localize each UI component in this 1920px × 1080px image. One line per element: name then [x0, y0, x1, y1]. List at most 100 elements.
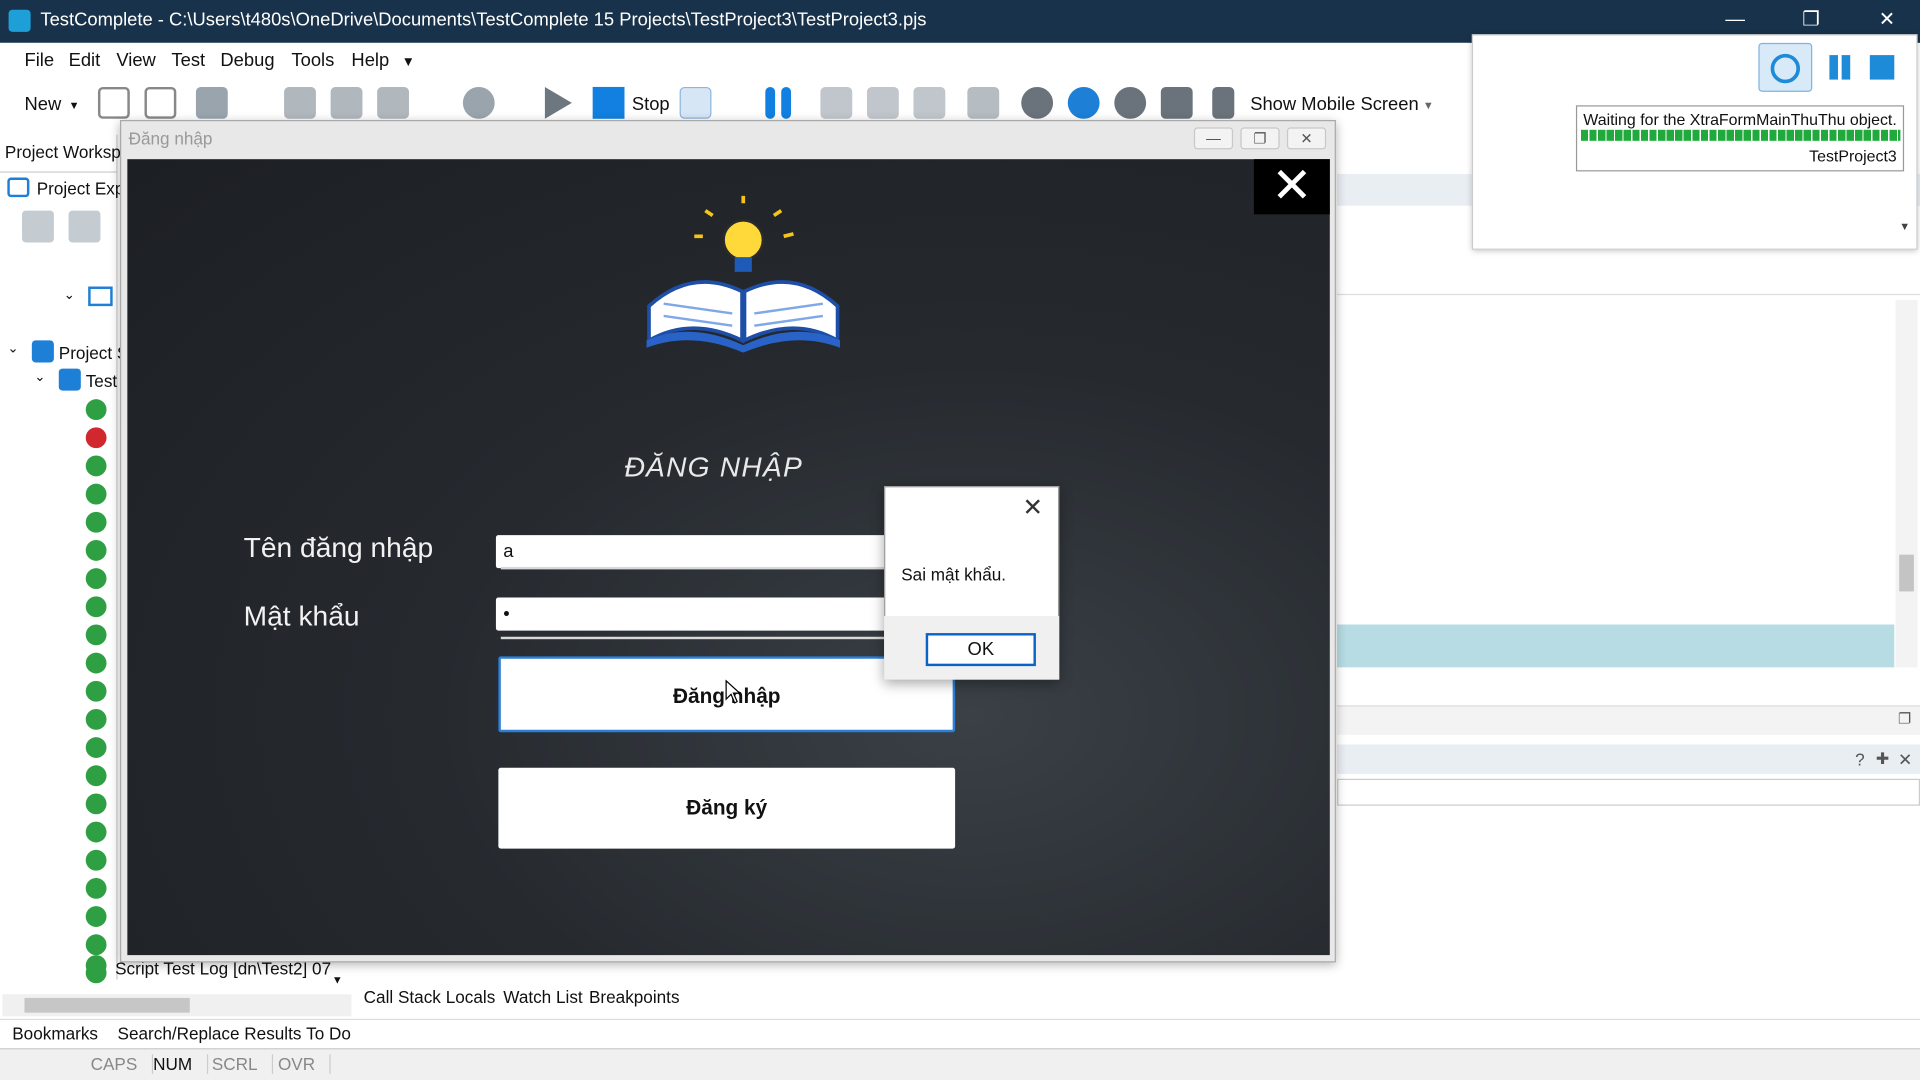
bug-icon[interactable] [1021, 86, 1054, 119]
show-mobile-screen-button[interactable]: Show Mobile Screen [1250, 94, 1418, 115]
tree-log-item[interactable] [85, 934, 118, 958]
tree-log-item[interactable] [85, 877, 118, 902]
menu-debug[interactable]: Debug [220, 50, 274, 71]
pin-icon[interactable]: ✚ [1876, 749, 1889, 769]
tree-log-item[interactable] [85, 596, 118, 620]
stop-label[interactable]: Stop [632, 94, 670, 115]
tab-to-do[interactable]: To Do [306, 1024, 351, 1044]
form-close-icon[interactable]: ✕ [1253, 159, 1330, 215]
mobile-dropdown-icon[interactable]: ▼ [1423, 99, 1434, 111]
tree-log-item[interactable] [85, 906, 118, 930]
step-into-icon[interactable] [866, 86, 899, 119]
menu-edit[interactable]: Edit [69, 50, 101, 71]
tab-search-replace-results[interactable]: Search/Replace Results [118, 1024, 302, 1044]
tree-log-item[interactable] [85, 624, 118, 648]
tree-log-item[interactable] [85, 399, 118, 423]
minimize-button[interactable]: — [1707, 5, 1763, 37]
passed-icon [85, 511, 107, 533]
tree-node-test[interactable]: Test [86, 371, 117, 391]
ok-button[interactable]: OK [925, 633, 1036, 667]
login-close-button[interactable]: ✕ [1286, 127, 1327, 150]
tab-watch-list[interactable]: Watch List [503, 987, 582, 1007]
restore-panel-icon[interactable]: ❐ [1898, 710, 1911, 727]
pause-bar-right-icon[interactable] [781, 86, 792, 119]
panel-input-row[interactable] [1337, 778, 1920, 806]
help-icon[interactable]: ? [1855, 749, 1865, 769]
tab-call-stack[interactable]: Call Stack [364, 987, 441, 1007]
message-box-close-icon[interactable]: ✕ [1022, 492, 1043, 523]
close-panel-icon[interactable]: ✕ [1898, 749, 1912, 770]
tree-log-item[interactable] [85, 708, 118, 733]
mobile-icon[interactable] [1212, 86, 1235, 119]
tab-project-explorer[interactable]: Project Exp [37, 179, 125, 199]
restore-button[interactable]: ❐ [1783, 5, 1839, 37]
collapse-chevron-icon[interactable]: ⌄ [64, 287, 75, 303]
tree-log-item[interactable] [85, 680, 118, 705]
tree-node-project-suite[interactable]: Project S [59, 343, 129, 363]
web-add-icon[interactable] [330, 86, 363, 119]
project-explorer-icon [7, 177, 30, 198]
tab-locals[interactable]: Locals [446, 987, 496, 1007]
bug-off-icon[interactable] [1114, 86, 1147, 119]
tab-bookmarks[interactable]: Bookmarks [12, 1024, 98, 1044]
run-icon[interactable] [544, 86, 572, 119]
pause-bar-left-icon[interactable] [765, 86, 776, 119]
tree-log-item[interactable] [85, 511, 118, 536]
tab-project-workspace[interactable]: Project Workspa [5, 142, 130, 162]
tree-log-item[interactable] [85, 568, 118, 592]
password-input[interactable]: • [495, 597, 901, 631]
tree-log-item[interactable] [85, 849, 118, 874]
scroll-down-icon[interactable]: ▼ [332, 973, 343, 985]
dropdown-icon[interactable]: ▼ [1899, 220, 1910, 232]
open-folder-icon[interactable] [97, 86, 130, 119]
login-minimize-button[interactable]: — [1193, 127, 1234, 150]
add-project-icon[interactable] [22, 210, 54, 243]
stop-icon[interactable] [1869, 55, 1895, 80]
menu-file[interactable]: File [24, 50, 54, 71]
database-icon[interactable] [377, 86, 409, 119]
stop-icon[interactable] [592, 86, 625, 119]
vertical-scrollbar-thumb[interactable] [1899, 554, 1914, 592]
menu-overflow-icon[interactable]: ▼ [402, 55, 415, 70]
divider [0, 171, 118, 173]
testcomplete-gear-icon[interactable] [1758, 42, 1813, 92]
save-icon[interactable] [195, 86, 228, 119]
new-dropdown-icon[interactable]: ▼ [69, 99, 80, 111]
record-icon[interactable] [462, 86, 495, 119]
menu-test[interactable]: Test [171, 50, 205, 71]
tab-breakpoints[interactable]: Breakpoints [589, 987, 680, 1007]
output-tabs: Bookmarks Search/Replace Results To Do [0, 1018, 1920, 1049]
add-item-icon[interactable] [68, 210, 101, 243]
calculator-icon[interactable] [967, 86, 1000, 119]
tree-log-item[interactable] [85, 427, 118, 451]
pause-icon[interactable] [1841, 55, 1851, 80]
login-maximize-button[interactable]: ❐ [1240, 127, 1280, 150]
username-input[interactable]: a [495, 535, 901, 569]
register-button[interactable]: Đăng ký [498, 767, 956, 849]
close-folder-icon[interactable] [144, 86, 177, 119]
tree-log-item[interactable] [85, 540, 118, 564]
expand-chevron-icon[interactable]: ⌄ [7, 340, 18, 357]
step-out-icon[interactable] [913, 86, 946, 119]
tree-log-item[interactable] [85, 483, 118, 508]
bug-list-icon[interactable] [1160, 86, 1193, 119]
menu-tools[interactable]: Tools [291, 50, 334, 71]
vertical-scrollbar[interactable] [1895, 300, 1918, 668]
pause-icon[interactable] [1829, 55, 1838, 80]
tree-log-item[interactable] [85, 737, 118, 761]
add-item-icon[interactable] [284, 86, 316, 119]
horizontal-scrollbar-thumb[interactable] [24, 997, 190, 1013]
menu-view[interactable]: View [116, 50, 155, 71]
tree-log-item[interactable] [85, 821, 118, 846]
menu-help[interactable]: Help [351, 50, 389, 71]
tree-log-item[interactable] [85, 765, 118, 789]
debug-gear-icon[interactable] [679, 86, 712, 119]
tree-log-item[interactable] [85, 793, 118, 817]
expand-chevron-icon[interactable]: ⌄ [34, 369, 45, 385]
step-over-icon[interactable] [820, 86, 853, 119]
find-bug-icon[interactable] [1067, 86, 1100, 119]
new-button[interactable]: New [24, 94, 61, 115]
tree-log-item[interactable] [85, 652, 118, 677]
close-button[interactable]: ✕ [1859, 5, 1915, 37]
tree-log-item[interactable] [85, 455, 118, 480]
